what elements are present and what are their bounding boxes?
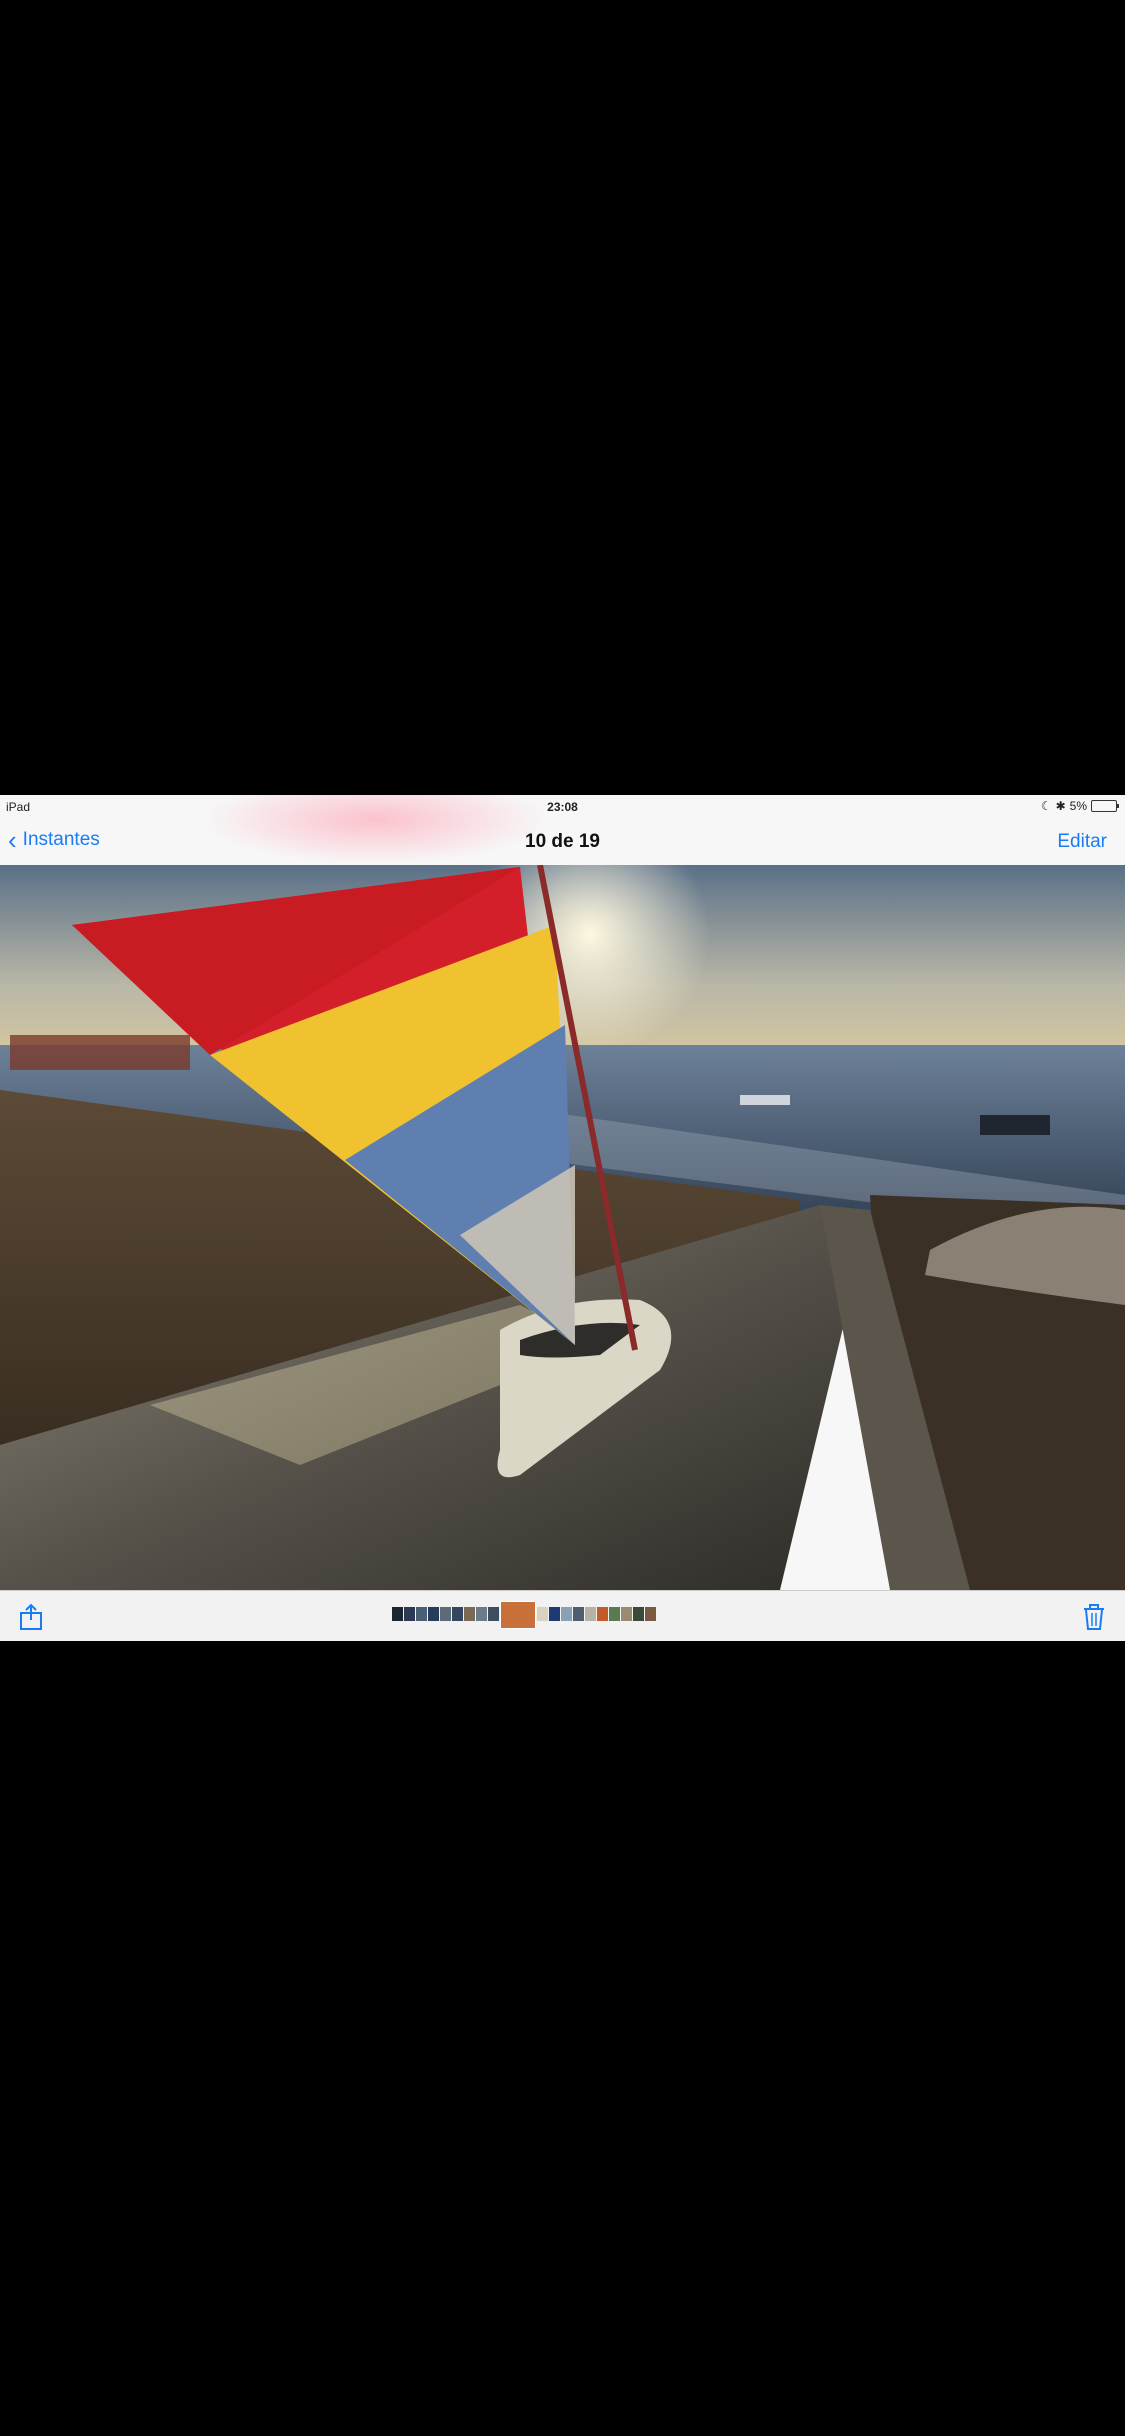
sailboat-photo [0, 865, 1125, 1590]
clock: 23:08 [547, 800, 578, 814]
filmstrip-thumb[interactable] [537, 1607, 548, 1621]
filmstrip-thumb[interactable] [585, 1607, 596, 1621]
filmstrip-thumb[interactable] [488, 1607, 499, 1621]
moon-icon: ☾ [1040, 799, 1052, 813]
bluetooth-icon: ✱ [1055, 799, 1066, 813]
filmstrip-thumb[interactable] [440, 1607, 451, 1621]
battery-icon [1091, 800, 1119, 812]
screen: { "status": { "device": "iPad", "time": … [0, 0, 1125, 2436]
filmstrip-thumb[interactable] [609, 1607, 620, 1621]
share-icon[interactable] [18, 1603, 44, 1631]
filmstrip-thumb[interactable] [645, 1607, 656, 1621]
filmstrip-thumb[interactable] [404, 1607, 415, 1621]
filmstrip-thumb[interactable] [392, 1607, 403, 1621]
filmstrip-thumb[interactable] [561, 1607, 572, 1621]
filmstrip-thumb[interactable] [452, 1607, 463, 1621]
filmstrip-thumb[interactable] [573, 1607, 584, 1621]
nav-bar: ‹ Instantes 10 de 19 Editar [0, 819, 1125, 865]
edit-button[interactable]: Editar [1057, 831, 1107, 853]
bottom-toolbar [0, 1590, 1125, 1641]
filmstrip-thumb[interactable] [416, 1607, 427, 1621]
filmstrip [392, 1601, 656, 1629]
filmstrip-thumb[interactable] [464, 1607, 475, 1621]
filmstrip-thumb[interactable] [549, 1607, 560, 1621]
battery-percent: 5% [1069, 799, 1087, 813]
filmstrip-thumb[interactable] [597, 1607, 608, 1621]
filmstrip-thumb[interactable] [476, 1607, 487, 1621]
status-bar: iPad 23:08 ☾ ✱ 5% [0, 795, 1125, 819]
status-right: ☾ ✱ 5% [1040, 799, 1119, 813]
filmstrip-thumb[interactable] [621, 1607, 632, 1621]
photo[interactable] [0, 865, 1125, 1590]
photo-viewer: iPad 23:08 ☾ ✱ 5% ‹ Instantes 10 de 19 E… [0, 795, 1125, 1641]
page-title: 10 de 19 [525, 831, 600, 852]
filmstrip-thumb-selected[interactable] [500, 1601, 536, 1629]
filmstrip-thumb[interactable] [633, 1607, 644, 1621]
filmstrip-thumb[interactable] [428, 1607, 439, 1621]
trash-icon[interactable] [1081, 1603, 1107, 1631]
